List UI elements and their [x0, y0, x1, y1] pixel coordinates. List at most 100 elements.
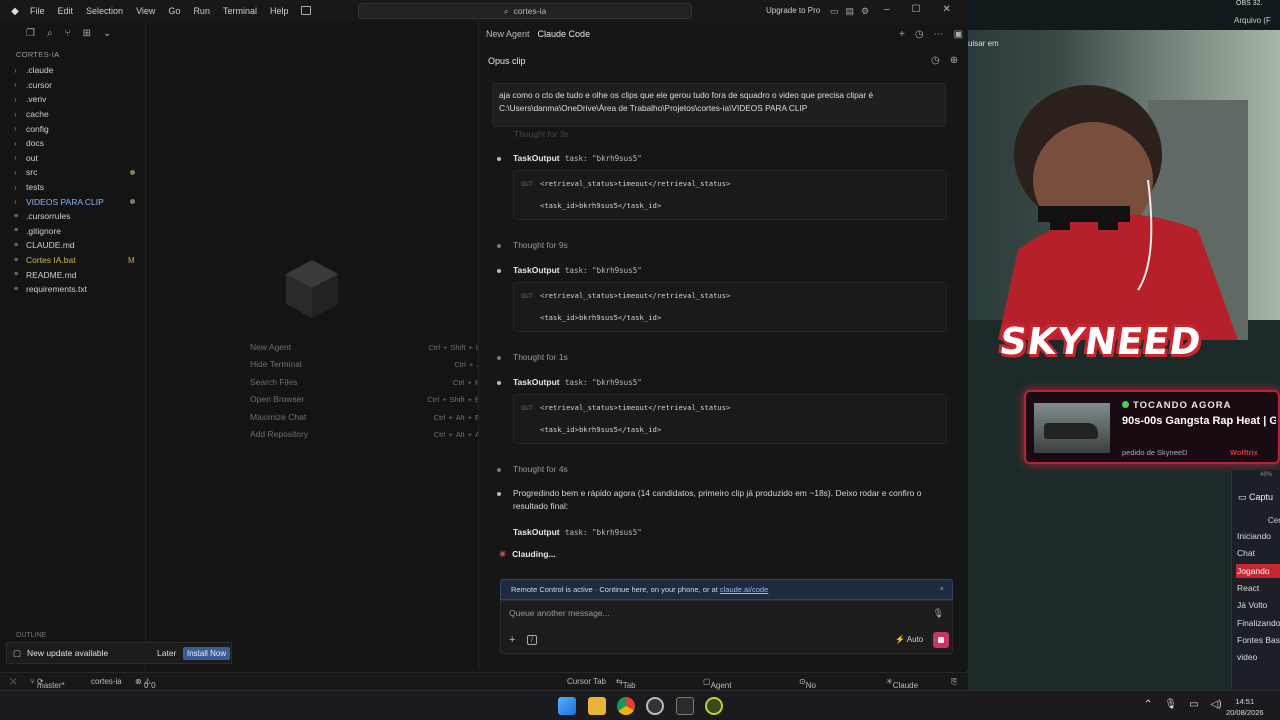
- tree-folder[interactable]: › cache: [0, 107, 145, 122]
- tree-folder[interactable]: › out: [0, 151, 145, 166]
- menu-view[interactable]: View: [136, 6, 155, 16]
- chevron-down-icon[interactable]: ⌄: [103, 28, 111, 46]
- close-icon[interactable]: ✕: [943, 4, 951, 15]
- layout-icon[interactable]: ▭: [830, 6, 839, 17]
- add-context-icon[interactable]: +: [509, 634, 515, 646]
- agent-stats[interactable]: ▢ Agent Stats: 0/0 (0%): [703, 677, 731, 717]
- chevron-up-icon[interactable]: ⌃: [1144, 699, 1152, 710]
- tree-file[interactable]: ≡ CLAUDE.md: [0, 238, 145, 253]
- obs-icon[interactable]: [646, 697, 664, 715]
- tree-folder[interactable]: › config: [0, 121, 145, 136]
- tree-file[interactable]: ≡ requirements.txt: [0, 282, 145, 297]
- remote-icon[interactable]: ⤫: [10, 677, 16, 687]
- command-search-box[interactable]: ⌕ cortes-ia: [358, 3, 692, 19]
- thought-step[interactable]: Thought for 9s: [497, 240, 568, 250]
- settings-icon[interactable]: ⚙: [861, 6, 869, 17]
- file-explorer-icon[interactable]: [588, 697, 606, 715]
- windows-start-icon[interactable]: [558, 697, 576, 715]
- obs-scene-item[interactable]: React: [1236, 581, 1280, 595]
- microphone-icon[interactable]: 🎙︎: [1164, 699, 1177, 710]
- tree-folder[interactable]: › VIDEOS PARA CLIP: [0, 194, 145, 209]
- source-control-icon[interactable]: ⑂: [65, 28, 71, 46]
- tree-folder[interactable]: › src: [0, 165, 145, 180]
- tab-new-agent[interactable]: New Agent: [486, 29, 530, 39]
- tree-folder[interactable]: › .cursor: [0, 78, 145, 93]
- remote-link[interactable]: claude.ai/code: [720, 585, 768, 594]
- more-icon[interactable]: ⋯: [934, 29, 944, 40]
- menu-run[interactable]: Run: [193, 6, 210, 16]
- tab-stats[interactable]: ⇆ Tab Stats: 0/0 (0%): [616, 677, 643, 717]
- minimize-icon[interactable]: –: [884, 4, 890, 15]
- stop-button[interactable]: [933, 632, 949, 648]
- shortcut-row[interactable]: Hide Terminal Ctrl+J: [250, 356, 480, 374]
- toggle-sidebar-icon[interactable]: [301, 6, 311, 15]
- menu-edit[interactable]: Edit: [58, 6, 74, 16]
- close-icon[interactable]: ×: [940, 584, 944, 593]
- explorer-root-label[interactable]: CORTES-IA: [0, 46, 145, 63]
- obs-scene-item[interactable]: Finalizando: [1236, 616, 1280, 630]
- user-message[interactable]: aja como o cto de tudo e olhe os clips q…: [492, 83, 946, 127]
- menu-go[interactable]: Go: [168, 6, 180, 16]
- cursor-tab-status[interactable]: Cursor Tab: [567, 677, 606, 686]
- menu-file[interactable]: File: [30, 6, 45, 16]
- branch-indicator[interactable]: ⑂ master* ⟳: [30, 677, 65, 690]
- microphone-icon[interactable]: 🎙︎: [933, 608, 944, 619]
- search-icon[interactable]: ⌕: [47, 28, 53, 46]
- shortcut-row[interactable]: Maximize Chat Ctrl+Alt+E: [250, 408, 480, 426]
- obs-scene-item[interactable]: Jogando: [1236, 563, 1280, 578]
- menu-terminal[interactable]: Terminal: [223, 6, 257, 16]
- outline-section[interactable]: OUTLINE: [16, 632, 46, 639]
- claude-code-status[interactable]: ✳ Claude Code: [886, 677, 918, 699]
- panel-icon[interactable]: ▣: [954, 29, 963, 40]
- tab-claude-code[interactable]: Claude Code: [538, 29, 591, 39]
- network-icon[interactable]: ▭: [1189, 699, 1198, 710]
- tree-file[interactable]: ≡ Cortes IA.bat M: [0, 253, 145, 268]
- obs-scene-item[interactable]: Chat: [1236, 546, 1280, 560]
- menu-selection[interactable]: Selection: [86, 6, 123, 16]
- shortcut-row[interactable]: Search Files Ctrl+P: [250, 373, 480, 391]
- files-icon[interactable]: ❐: [26, 28, 35, 46]
- upgrade-button[interactable]: Upgrade to Pro: [766, 6, 820, 15]
- chat-icon[interactable]: ▤: [846, 6, 855, 17]
- app-icon[interactable]: [705, 697, 723, 715]
- cursor-app-icon[interactable]: [676, 697, 694, 715]
- chrome-icon[interactable]: [617, 697, 635, 715]
- history-icon[interactable]: ◷: [915, 29, 924, 40]
- maximize-icon[interactable]: ☐: [912, 4, 921, 15]
- obs-partial-label: Cer: [1268, 516, 1280, 525]
- tree-folder[interactable]: › .venv: [0, 92, 145, 107]
- shortcut-row[interactable]: Add Repository Ctrl+Alt+A: [250, 426, 480, 444]
- shortcut-row[interactable]: New Agent Ctrl+Shift+L: [250, 338, 480, 356]
- plus-icon[interactable]: +: [899, 29, 905, 40]
- problems-indicator[interactable]: ⊗ 0 ⚠ 0: [135, 677, 156, 690]
- new-chat-icon[interactable]: ⊕: [950, 55, 958, 66]
- obs-scene-item[interactable]: Iniciando: [1236, 529, 1280, 543]
- extensions-icon[interactable]: ⊞: [83, 28, 91, 46]
- commit-status[interactable]: ⊙ No commit scored: [799, 677, 831, 708]
- obs-scene-item[interactable]: Já Volto: [1236, 598, 1280, 612]
- volume-icon[interactable]: ◁): [1211, 699, 1222, 710]
- tree-folder[interactable]: › tests: [0, 180, 145, 195]
- message-input[interactable]: [509, 608, 909, 618]
- tree-file[interactable]: ≡ README.md: [0, 267, 145, 282]
- tree-folder[interactable]: › .claude: [0, 63, 145, 78]
- mode-selector[interactable]: ⚡ Auto: [895, 635, 923, 644]
- obs-scene-item[interactable]: video: [1236, 650, 1280, 664]
- key-cap: +: [467, 412, 472, 422]
- tree-file[interactable]: ≡ .gitignore: [0, 224, 145, 239]
- folder-name[interactable]: cortes-ia: [91, 677, 122, 686]
- slash-command-icon[interactable]: /: [527, 635, 537, 645]
- tool-output: OUT <retrieval_status>timeout</retrieval…: [513, 394, 947, 444]
- later-button[interactable]: Later: [157, 648, 176, 658]
- shortcut-row[interactable]: Open Browser Ctrl+Shift+B: [250, 391, 480, 409]
- thought-step[interactable]: Thought for 1s: [497, 352, 568, 362]
- install-now-button[interactable]: Install Now: [183, 647, 231, 660]
- tree-folder[interactable]: › docs: [0, 136, 145, 151]
- tree-file[interactable]: ≡ .cursorrules: [0, 209, 145, 224]
- menu-help[interactable]: Help: [270, 6, 289, 16]
- thought-step[interactable]: Thought for 4s: [497, 464, 568, 474]
- notifications-icon[interactable]: ⎘: [951, 677, 957, 687]
- obs-scene-item[interactable]: Fontes Base: [1236, 633, 1280, 647]
- system-clock[interactable]: 14:51 20/08/2026: [1226, 696, 1264, 718]
- clock-icon[interactable]: ◷: [931, 55, 940, 66]
